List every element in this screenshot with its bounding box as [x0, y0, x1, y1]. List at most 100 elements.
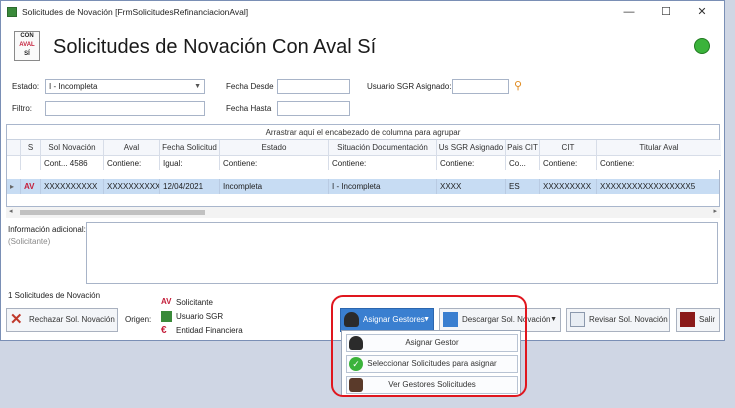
col-header-indicator [7, 140, 21, 155]
logo-line-1: CON [20, 33, 34, 39]
col-header-estado[interactable]: Estado [220, 140, 329, 155]
menu-item-label: Seleccionar Solicitudes para asignar [367, 359, 497, 368]
chevron-down-icon[interactable]: ▼ [423, 309, 430, 331]
asignar-label: Asignar Gestores [363, 315, 425, 324]
cell-pais: ES [506, 179, 540, 194]
menu-item-asignar-gestor[interactable]: Asignar Gestor [346, 334, 518, 352]
main-window: Solicitudes de Novación [FrmSolicitudesR… [0, 0, 725, 341]
col-header-cit[interactable]: CIT [540, 140, 597, 155]
cell-sol-novacion: XXXXXXXXXX [41, 179, 104, 194]
chevron-down-icon[interactable]: ▼ [194, 80, 201, 93]
usuario-input[interactable] [452, 79, 509, 94]
menu-item-seleccionar[interactable]: ✓ Seleccionar Solicitudes para asignar [346, 355, 518, 373]
search-icon[interactable]: ⚲ [514, 79, 522, 92]
asignar-gestores-button[interactable]: Asignar Gestores ▼ [340, 308, 434, 332]
record-count: 1 Solicitudes de Novación [8, 291, 101, 300]
solicitante-origin-icon: AV [21, 179, 41, 194]
revisar-label: Revisar Sol. Novación [589, 315, 668, 324]
revisar-button[interactable]: Revisar Sol. Novación [566, 308, 670, 332]
euro-icon: € [161, 325, 167, 336]
filtro-label: Filtro: [12, 104, 32, 113]
scroll-right-icon[interactable]: ▸ [713, 207, 717, 215]
estado-label: Estado: [12, 82, 40, 91]
cell-usuario: XXXX [437, 179, 506, 194]
salir-button[interactable]: Salir [676, 308, 720, 332]
logo-line-2: AVAL [19, 42, 35, 48]
filter-icon[interactable] [21, 155, 41, 170]
filter-cit[interactable]: Contiene: [540, 155, 597, 170]
fecha-desde-label: Fecha Desde [226, 82, 274, 91]
filter-indicator [7, 155, 21, 170]
grid-filter-row: Cont... 4586 Contiene: Igual: Contiene: … [7, 155, 721, 170]
scrollbar-thumb[interactable] [20, 210, 205, 215]
reject-x-icon: ✕ [10, 311, 23, 328]
salir-label: Salir [699, 315, 716, 324]
filter-aval[interactable]: Contiene: [104, 155, 160, 170]
filter-fecha[interactable]: Igual: [160, 155, 220, 170]
col-header-s[interactable]: S [21, 140, 41, 155]
asignar-dropdown-menu: Asignar Gestor ✓ Seleccionar Solicitudes… [341, 330, 521, 396]
usuario-label: Usuario SGR Asignado: [367, 82, 452, 91]
usuario-sgr-icon [161, 311, 172, 322]
fecha-hasta-input[interactable] [277, 101, 350, 116]
col-header-situacion[interactable]: Situación Documentación [329, 140, 437, 155]
menu-item-ver-gestores[interactable]: Ver Gestores Solicitudes [346, 376, 518, 394]
col-header-usuario[interactable]: Us SGR Asignado [437, 140, 506, 155]
filter-usuario[interactable]: Contiene: [437, 155, 506, 170]
minimize-button[interactable]: — [616, 4, 642, 20]
cell-aval: XXXXXXXXXX [104, 179, 160, 194]
col-header-pais[interactable]: Pais CIT [506, 140, 540, 155]
col-header-sol-novacion[interactable]: Sol Novación [41, 140, 104, 155]
filter-situacion[interactable]: Contiene: [329, 155, 437, 170]
solicitudes-grid: Arrastrar aquí el encabezado de columna … [6, 124, 721, 207]
row-indicator-icon: ▸ [7, 179, 21, 194]
person-icon [349, 336, 363, 350]
info-sublabel: (Solicitante) [8, 237, 51, 246]
filter-titular[interactable]: Contiene: [597, 155, 721, 170]
cell-titular: XXXXXXXXXXXXXXXXX5 [600, 182, 696, 191]
descargar-label: Descargar Sol. Novación [462, 315, 551, 324]
title-bar: Solicitudes de Novación [FrmSolicitudesR… [1, 1, 724, 23]
fecha-desde-input[interactable] [277, 79, 350, 94]
col-header-fecha[interactable]: Fecha Solicitud [160, 140, 220, 155]
people-icon [349, 378, 363, 392]
col-header-aval[interactable]: Aval [104, 140, 160, 155]
filter-pais[interactable]: Co... [506, 155, 540, 170]
horizontal-scrollbar[interactable]: ◂ ▸ [6, 207, 720, 218]
chevron-down-icon[interactable]: ▼ [550, 309, 557, 331]
download-icon [443, 312, 458, 327]
cell-situacion: I - Incompleta [329, 179, 437, 194]
col-header-titular[interactable]: Titular Aval [597, 140, 721, 155]
table-row[interactable]: ▸ AV XXXXXXXXXX XXXXXXXXXX 12/04/2021 In… [7, 179, 719, 194]
solicitante-icon: AV [161, 297, 172, 306]
cell-fecha: 12/04/2021 [160, 179, 220, 194]
fecha-hasta-label: Fecha Hasta [226, 104, 272, 113]
group-panel[interactable]: Arrastrar aquí el encabezado de columna … [7, 125, 719, 140]
legend-entidad-financiera: Entidad Financiera [176, 326, 243, 335]
rechazar-label: Rechazar Sol. Novación [29, 315, 115, 324]
estado-select[interactable]: I - Incompleta ▼ [45, 79, 205, 94]
document-icon [570, 312, 585, 327]
rechazar-button[interactable]: ✕ Rechazar Sol. Novación [6, 308, 118, 332]
legend-usuario-sgr: Usuario SGR [176, 312, 224, 321]
menu-item-label: Ver Gestores Solicitudes [388, 380, 476, 389]
info-textarea[interactable] [86, 222, 718, 284]
scroll-left-icon[interactable]: ◂ [9, 207, 13, 215]
person-icon [344, 312, 359, 327]
descargar-button[interactable]: Descargar Sol. Novación ▼ [439, 308, 561, 332]
page-title: Solicitudes de Novación Con Aval Sí [53, 36, 377, 58]
app-icon [7, 7, 17, 17]
filter-sol-novacion[interactable]: Cont... 4586 [41, 155, 104, 170]
exit-door-icon [680, 312, 695, 327]
close-button[interactable]: ✕ [689, 4, 715, 20]
check-icon: ✓ [349, 357, 363, 371]
logo-line-3: SÍ [24, 51, 30, 57]
legend-solicitante: Solicitante [176, 298, 213, 307]
grid-header-row: S Sol Novación Aval Fecha Solicitud Esta… [7, 140, 721, 155]
filter-estado[interactable]: Contiene: [220, 155, 329, 170]
origen-label: Origen: [125, 315, 152, 324]
menu-item-label: Asignar Gestor [405, 338, 459, 347]
maximize-button[interactable]: ☐ [653, 4, 679, 20]
refresh-icon[interactable] [694, 38, 710, 54]
filtro-input[interactable] [45, 101, 205, 116]
